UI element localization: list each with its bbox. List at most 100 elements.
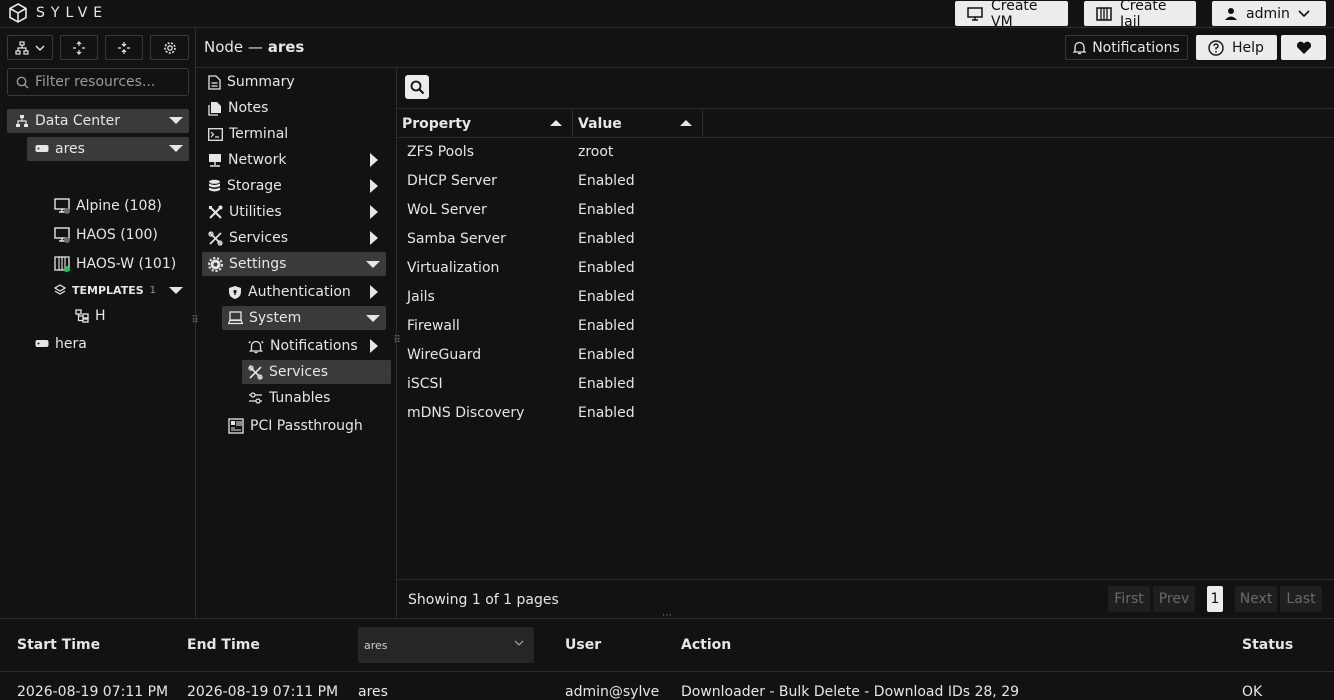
create-vm-button[interactable]: Create VM (955, 0, 1068, 30)
page-1-button[interactable]: 1 (1207, 586, 1223, 612)
view-mode-dropdown[interactable] (7, 35, 53, 60)
menu-item-settings[interactable]: Settings (202, 252, 386, 276)
column-value[interactable]: Value (573, 109, 703, 138)
top-bar: SYLVE Create VM Create Jail admin (0, 0, 1334, 30)
menu-item-system-services[interactable]: Services (242, 360, 391, 384)
header-end-time: End Time (187, 637, 260, 653)
table-row[interactable]: DHCP Server Enabled (397, 167, 1334, 196)
menu-label: Network (228, 152, 287, 168)
tree-item-templates[interactable]: TEMPLATES 1 (54, 278, 189, 302)
donate-button[interactable] (1281, 35, 1326, 60)
divider (0, 671, 1334, 672)
services-panel: Property Value ZFS Pools zroot DHCP Server… (397, 68, 1334, 618)
sort-asc-icon (550, 120, 562, 126)
terminal-icon (208, 127, 223, 141)
table-row[interactable]: iSCSI Enabled (397, 370, 1334, 399)
last-page-button[interactable]: Last (1280, 586, 1322, 612)
sort-asc-icon (680, 120, 692, 126)
caret-right-icon (370, 179, 378, 193)
brand[interactable]: SYLVE (8, 3, 108, 23)
menu-item-network[interactable]: Network (208, 148, 386, 172)
table-search-button[interactable] (405, 75, 429, 99)
menu-label: Terminal (229, 126, 289, 142)
row-value: Enabled (578, 318, 635, 334)
row-property: WoL Server (407, 202, 487, 218)
menu-item-pci-passthrough[interactable]: PCI Passthrough (228, 414, 363, 438)
tree-item-node-ares[interactable]: ares (27, 137, 189, 161)
tree-item-datacenter[interactable]: Data Center (7, 109, 189, 133)
caret-right-icon (370, 339, 378, 353)
help-button[interactable]: Help (1196, 35, 1277, 60)
menu-label: PCI Passthrough (250, 418, 363, 434)
node-filter-select[interactable]: ares (358, 627, 534, 663)
tree-item-vm-haos[interactable]: HAOS (100) (54, 223, 158, 247)
next-page-button[interactable]: Next (1235, 586, 1277, 612)
notifications-button[interactable]: Notifications (1065, 35, 1188, 60)
heart-icon (1296, 41, 1312, 55)
menu-item-utilities[interactable]: Utilities (208, 200, 386, 224)
title-prefix: Node — (204, 38, 263, 56)
hierarchy-icon (15, 40, 29, 55)
resize-handle[interactable]: ⋯ (660, 611, 674, 621)
menu-item-authentication[interactable]: Authentication (228, 280, 386, 304)
create-jail-label: Create Jail (1120, 0, 1167, 30)
user-menu-button[interactable]: admin (1212, 1, 1326, 26)
tools-icon (208, 205, 223, 220)
row-property: ZFS Pools (407, 144, 474, 160)
bell-ring-icon (248, 339, 264, 354)
node-menu: Summary Notes Terminal Network Storage U… (196, 68, 401, 618)
menu-item-services[interactable]: Services (208, 226, 386, 250)
prev-page-button[interactable]: Prev (1153, 586, 1195, 612)
expand-all-button[interactable] (60, 35, 98, 60)
caret-right-icon (370, 153, 378, 167)
row-value: Enabled (578, 173, 635, 189)
header-status: Status (1242, 637, 1294, 653)
shield-icon (228, 285, 242, 300)
first-page-button[interactable]: First (1108, 586, 1150, 612)
database-icon (208, 179, 221, 193)
jail-icon (54, 256, 70, 272)
table-row[interactable]: Firewall Enabled (397, 312, 1334, 341)
table-row[interactable]: ZFS Pools zroot (397, 138, 1334, 167)
tree-item-node-hera[interactable]: hera (35, 332, 87, 356)
menu-label: Summary (227, 74, 295, 90)
column-property[interactable]: Property (397, 109, 573, 138)
tree-item-template-h[interactable]: H (75, 304, 106, 328)
create-jail-button[interactable]: Create Jail (1084, 0, 1196, 30)
tree-settings-button[interactable] (150, 35, 189, 60)
sliders-icon (248, 391, 263, 405)
table-row[interactable]: Samba Server Enabled (397, 225, 1334, 254)
table-row[interactable]: mDNS Discovery Enabled (397, 399, 1334, 428)
menu-item-notifications[interactable]: Notifications (248, 334, 386, 358)
resource-filter-input[interactable]: Filter resources... (7, 68, 189, 96)
template-icon (75, 309, 89, 323)
task-log-panel: ⋯ Start Time End Time ares User Action S… (0, 611, 1334, 700)
caret-down-icon (169, 287, 183, 294)
collapse-all-button[interactable] (105, 35, 143, 60)
menu-item-system[interactable]: System (222, 306, 386, 330)
tree-item-vm-alpine[interactable]: Alpine (108) (54, 194, 162, 218)
menu-item-summary[interactable]: Summary (208, 70, 295, 94)
row-property: Jails (407, 289, 435, 305)
menu-item-notes[interactable]: Notes (208, 96, 268, 120)
tree-item-jail-haos-w[interactable]: HAOS-W (101) (54, 252, 176, 276)
table-row[interactable]: Virtualization Enabled (397, 254, 1334, 283)
caret-right-icon (370, 285, 378, 299)
menu-item-storage[interactable]: Storage (208, 174, 386, 198)
cube-logo-icon (8, 3, 28, 23)
help-label: Help (1232, 39, 1264, 56)
jail-icon (1096, 6, 1112, 21)
table-row[interactable]: WoL Server Enabled (397, 196, 1334, 225)
chevron-down-icon (514, 640, 524, 646)
pci-card-icon (228, 418, 244, 434)
pagination: Showing 1 of 1 pages First Prev 1 Next L… (397, 579, 1334, 619)
menu-item-tunables[interactable]: Tunables (248, 386, 330, 410)
server-icon (35, 339, 49, 349)
table-row[interactable]: Jails Enabled (397, 283, 1334, 312)
menu-item-terminal[interactable]: Terminal (208, 122, 288, 146)
user-icon (1224, 7, 1238, 21)
brand-name: SYLVE (36, 5, 109, 21)
table-row[interactable]: WireGuard Enabled (397, 341, 1334, 370)
search-icon (16, 76, 29, 89)
services-icon (208, 230, 223, 246)
